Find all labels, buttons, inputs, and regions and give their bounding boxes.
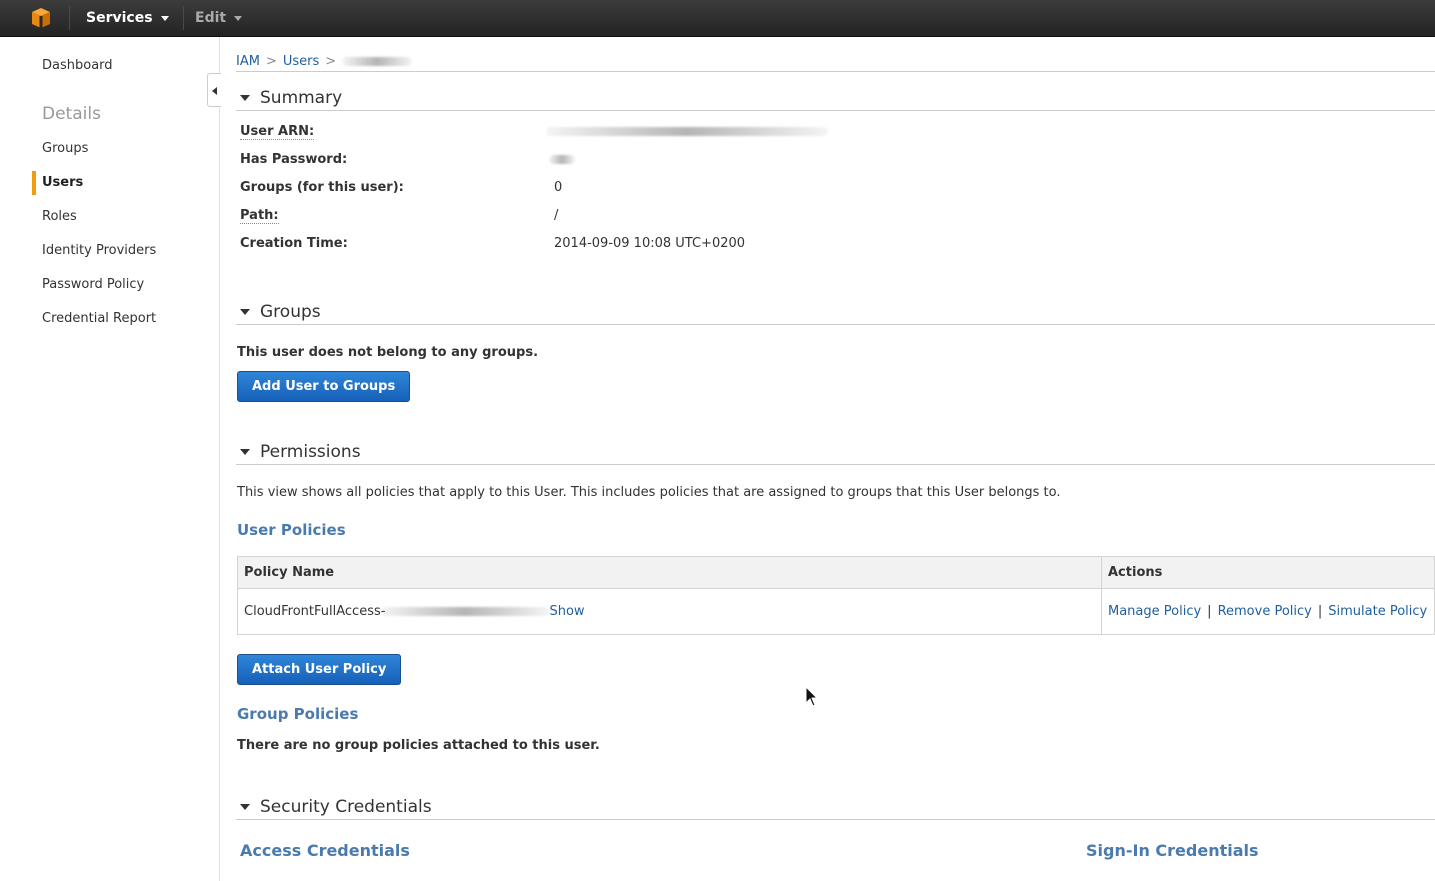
permissions-title: Permissions (260, 442, 361, 462)
services-menu[interactable]: Services (86, 10, 169, 26)
security-credentials-section-toggle[interactable]: Security Credentials (240, 797, 432, 817)
attach-user-policy-button[interactable]: Attach User Policy (237, 654, 402, 685)
security-title: Security Credentials (260, 797, 432, 817)
creation-time-value: 2014-09-09 10:08 UTC+0200 (554, 236, 746, 251)
user-policies-heading: User Policies (237, 521, 346, 539)
summary-section-toggle[interactable]: Summary (240, 88, 342, 108)
sidebar-item-password-policy[interactable]: Password Policy (42, 277, 144, 292)
caret-down-icon (240, 449, 250, 455)
policy-name-cell: CloudFrontFullAccess- Show (237, 588, 1102, 635)
sidebar-item-users[interactable]: Users (42, 175, 83, 190)
policy-name: CloudFrontFullAccess- (244, 604, 386, 619)
mouse-pointer-icon (805, 686, 819, 707)
policy-actions-cell: Manage Policy | Remove Policy | Simulate Pol… (1101, 588, 1435, 635)
section-divider (236, 324, 1435, 325)
chevron-left-icon (212, 87, 217, 95)
chevron-down-icon (234, 15, 243, 21)
edit-menu[interactable]: Edit (195, 10, 243, 26)
sidebar-active-indicator (32, 171, 36, 195)
path-label: Path: (240, 208, 279, 224)
has-password-label: Has Password: (240, 152, 348, 167)
col-actions: Actions (1101, 556, 1435, 589)
main-content: IAM > Users > Summary User ARN: Has Passwor… (236, 37, 1435, 881)
redacted-username (342, 57, 413, 66)
permissions-description: This view shows all policies that apply … (237, 485, 1061, 500)
user-arn-value (546, 124, 828, 139)
group-policies-heading: Group Policies (237, 705, 359, 723)
manage-policy-link[interactable]: Manage Policy (1108, 604, 1201, 619)
chevron-down-icon (160, 15, 169, 21)
sidebar-collapse-toggle[interactable] (207, 73, 221, 107)
table-header-row: Policy Name Actions (237, 556, 1435, 589)
aws-cube-logo-icon[interactable] (30, 7, 52, 29)
simulate-policy-link[interactable]: Simulate Policy (1328, 604, 1427, 619)
add-user-to-groups-button[interactable]: Add User to Groups (237, 371, 411, 402)
topbar-divider (183, 6, 184, 30)
caret-down-icon (240, 804, 250, 810)
summary-title: Summary (260, 88, 343, 108)
sidebar-item-roles[interactable]: Roles (42, 209, 77, 224)
groups-count-value: 0 (554, 180, 563, 195)
section-divider (236, 819, 1435, 820)
action-separator: | (1207, 604, 1212, 619)
user-arn-label: User ARN: (240, 124, 315, 140)
topbar-divider (69, 6, 70, 30)
sign-in-credentials-heading: Sign-In Credentials (1086, 841, 1259, 860)
services-label: Services (86, 10, 153, 26)
breadcrumb-iam[interactable]: IAM (236, 54, 260, 69)
breadcrumb: IAM > Users > (236, 54, 413, 69)
user-policies-table: Policy Name Actions CloudFrontFullAccess… (237, 556, 1435, 635)
top-navigation-bar: Services Edit (0, 0, 1435, 37)
groups-section-toggle[interactable]: Groups (240, 302, 321, 322)
caret-down-icon (240, 95, 250, 101)
permissions-section-toggle[interactable]: Permissions (240, 442, 361, 462)
edit-label: Edit (195, 10, 227, 26)
access-credentials-heading: Access Credentials (240, 841, 410, 860)
creation-time-label: Creation Time: (240, 236, 348, 251)
redacted-password-status (549, 155, 575, 164)
group-policies-empty-message: There are no group policies attached to … (237, 738, 600, 753)
sidebar: Dashboard Details Groups Users Roles Ide… (0, 37, 220, 881)
breadcrumb-separator: > (265, 54, 277, 69)
section-divider (236, 464, 1435, 465)
caret-down-icon (240, 309, 250, 315)
action-separator: | (1317, 604, 1323, 619)
section-divider (236, 110, 1435, 111)
col-policy-name: Policy Name (237, 556, 1102, 589)
show-policy-link[interactable]: Show (549, 604, 584, 619)
remove-policy-link[interactable]: Remove Policy (1218, 604, 1312, 619)
sidebar-item-identity-providers[interactable]: Identity Providers (42, 243, 156, 258)
sidebar-item-groups[interactable]: Groups (42, 141, 88, 156)
breadcrumb-users[interactable]: Users (283, 54, 319, 69)
table-row: CloudFrontFullAccess- Show Manage Policy |… (237, 588, 1435, 635)
redacted-arn (546, 127, 828, 136)
redacted-policy-suffix (381, 607, 550, 616)
groups-title: Groups (260, 302, 321, 322)
sidebar-item-dashboard[interactable]: Dashboard (42, 58, 113, 73)
breadcrumb-divider (236, 71, 1435, 72)
sidebar-heading-details: Details (42, 104, 101, 124)
has-password-value (549, 152, 575, 167)
sidebar-item-credential-report[interactable]: Credential Report (42, 311, 156, 326)
breadcrumb-separator: > (325, 54, 337, 69)
path-value: / (554, 208, 559, 223)
groups-count-label: Groups (for this user): (240, 180, 404, 195)
groups-empty-message: This user does not belong to any groups. (237, 345, 539, 360)
